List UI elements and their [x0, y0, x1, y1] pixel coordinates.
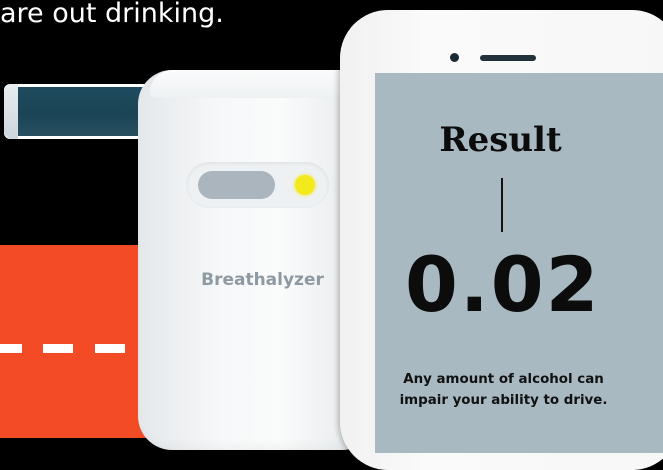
bac-value: 0.02: [405, 240, 601, 329]
caption-text: are out drinking.: [0, 0, 224, 29]
warning-note-line-1: Any amount of alcohol can: [403, 372, 604, 387]
breathalyzer-top-cap: [150, 70, 368, 98]
road-dash: [95, 344, 125, 353]
breathalyzer-label: Breathalyzer: [201, 270, 324, 290]
road-dash: [0, 344, 22, 353]
warning-note-line-2: impair your ability to drive.: [399, 393, 608, 408]
result-title: Result: [439, 120, 562, 160]
mouthpiece-tube-illustration: [4, 84, 150, 139]
mouthpiece-cap-illustration: [4, 84, 18, 139]
indicator-slot: [198, 171, 275, 199]
road-dash: [43, 344, 73, 353]
warning-note: Any amount of alcohol can impair your ab…: [372, 369, 635, 411]
camera-icon: [450, 53, 459, 62]
speaker-grille-icon: [480, 55, 536, 61]
yellow-led-icon: [295, 175, 315, 195]
divider-line: [501, 178, 503, 232]
